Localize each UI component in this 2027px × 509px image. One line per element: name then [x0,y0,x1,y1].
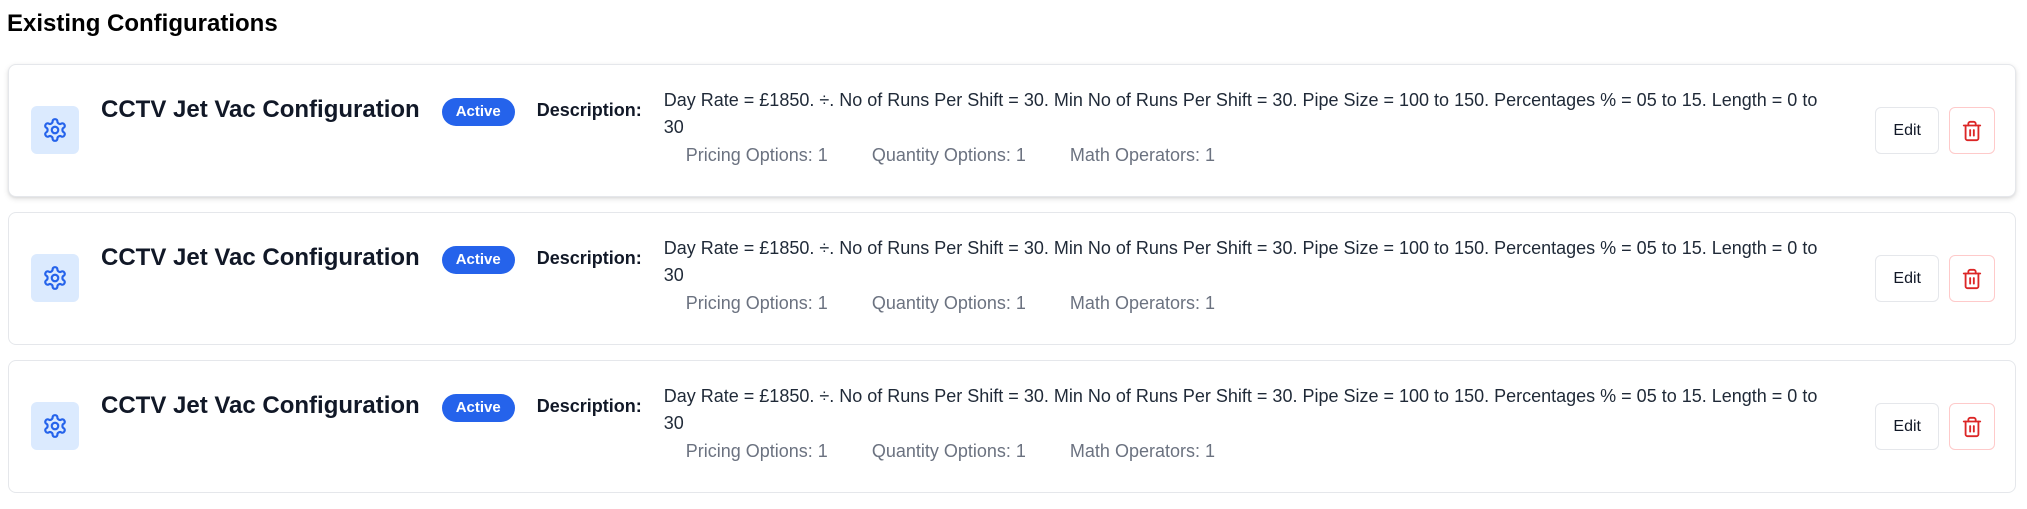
delete-button[interactable] [1949,403,1995,450]
edit-button[interactable]: Edit [1875,255,1939,302]
description-text: Day Rate = £1850. ÷. No of Runs Per Shif… [663,238,1818,285]
pricing-options-count: Pricing Options: 1 [685,145,828,165]
trash-icon [1962,268,1982,289]
section-title: Existing Configurations [7,10,278,37]
description-block: Day Rate = £1850. ÷. No of Runs Per Shif… [664,384,1829,462]
card-actions: Edit [1875,255,1995,302]
edit-button[interactable]: Edit [1875,107,1939,154]
configuration-details: CCTV Jet Vac Configuration Active Descri… [101,65,1875,166]
quantity-options-count: Quantity Options: 1 [871,441,1026,461]
card-actions: Edit [1875,403,1995,450]
configuration-stats: Pricing Options: 1 Quantity Options: 1 M… [664,293,1829,314]
description-label: Description: [536,100,642,120]
configuration-name: CCTV Jet Vac Configuration [101,244,420,271]
configuration-card: CCTV Jet Vac Configuration Active Descri… [8,64,2016,197]
description-label: Description: [536,248,642,268]
math-operators-count: Math Operators: 1 [1069,145,1215,165]
configuration-card: CCTV Jet Vac Configuration Active Descri… [8,360,2016,493]
delete-button[interactable] [1949,107,1995,154]
pricing-options-count: Pricing Options: 1 [685,441,828,461]
status-badge: Active [441,394,515,422]
configuration-card: CCTV Jet Vac Configuration Active Descri… [8,212,2016,345]
configuration-stats: Pricing Options: 1 Quantity Options: 1 M… [664,145,1829,166]
description-block: Day Rate = £1850. ÷. No of Runs Per Shif… [664,88,1829,166]
edit-button[interactable]: Edit [1875,403,1939,450]
delete-button[interactable] [1949,255,1995,302]
trash-icon [1962,416,1982,437]
status-badge: Active [441,246,515,274]
trash-icon [1962,120,1982,141]
description-text: Day Rate = £1850. ÷. No of Runs Per Shif… [663,90,1818,137]
gear-icon [31,401,79,450]
configuration-name: CCTV Jet Vac Configuration [101,392,420,419]
description-text: Day Rate = £1850. ÷. No of Runs Per Shif… [663,386,1818,433]
card-actions: Edit [1875,107,1995,154]
configuration-stats: Pricing Options: 1 Quantity Options: 1 M… [664,441,1829,462]
math-operators-count: Math Operators: 1 [1069,293,1215,313]
gear-icon [31,105,79,154]
description-label: Description: [536,396,642,416]
quantity-options-count: Quantity Options: 1 [871,145,1026,165]
gear-icon [31,253,79,302]
status-badge: Active [441,98,515,126]
description-block: Day Rate = £1850. ÷. No of Runs Per Shif… [664,236,1829,314]
configuration-details: CCTV Jet Vac Configuration Active Descri… [101,213,1875,314]
configuration-list: CCTV Jet Vac Configuration Active Descri… [8,64,2016,508]
math-operators-count: Math Operators: 1 [1069,441,1215,461]
configuration-name: CCTV Jet Vac Configuration [101,96,420,123]
pricing-options-count: Pricing Options: 1 [685,293,828,313]
configuration-details: CCTV Jet Vac Configuration Active Descri… [101,361,1875,462]
quantity-options-count: Quantity Options: 1 [871,293,1026,313]
